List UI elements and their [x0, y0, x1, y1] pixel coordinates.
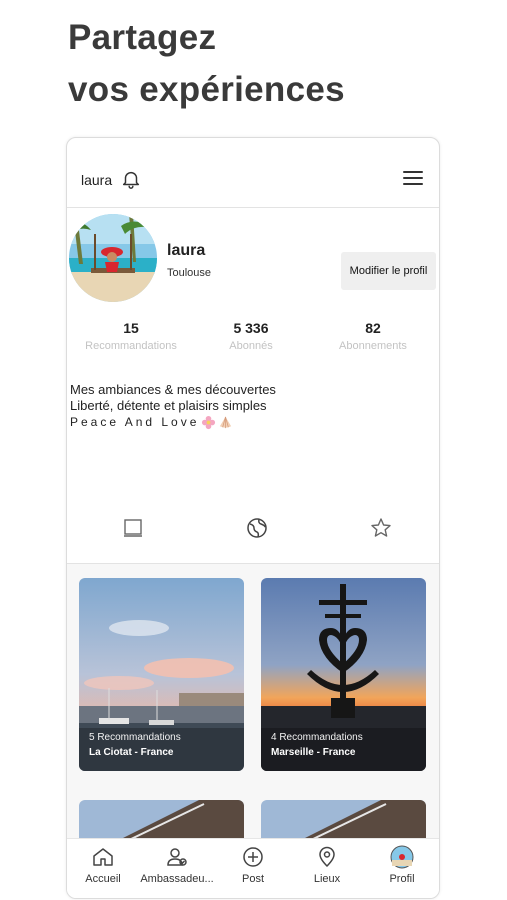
post-card[interactable]: 4 Recommandations Marseille - France	[261, 578, 426, 771]
ambassador-icon	[167, 848, 187, 866]
bio-line: Peace And Love	[70, 415, 200, 429]
profile-name: laura	[167, 242, 206, 259]
nav-item-post[interactable]: Post	[215, 845, 291, 885]
post-card[interactable]: 5 Recommandations La Ciotat - France	[79, 578, 244, 771]
avatar-icon	[390, 845, 414, 869]
headline-line1: Partagez	[68, 18, 217, 57]
nav-item-home[interactable]: Accueil	[67, 845, 141, 885]
post-location: La Ciotat - France	[89, 747, 174, 758]
post-photo-partial	[79, 800, 244, 840]
top-bar: laura	[67, 138, 439, 208]
stat-value: 82	[365, 320, 381, 336]
stat-label: Abonnements	[339, 340, 407, 352]
posts-grid: 5 Recommandations La Ciotat - France 4 R…	[67, 564, 439, 844]
post-card-partial[interactable]	[79, 800, 244, 840]
post-location: Marseille - France	[271, 747, 356, 758]
location-pin-icon	[319, 846, 335, 868]
stat-label: Abonnés	[229, 340, 273, 352]
post-card-partial[interactable]	[261, 800, 426, 840]
stat-recommendations[interactable]: 15 Recommandations	[71, 320, 191, 352]
nav-item-profile[interactable]: Profil	[364, 845, 439, 885]
stat-value: 5 336	[233, 320, 269, 336]
nav-label: Ambassadeu...	[140, 873, 214, 885]
headline-line2: vos expériences	[68, 70, 345, 109]
bell-icon[interactable]	[120, 168, 142, 190]
post-recommendations: 5 Recommandations	[89, 732, 181, 743]
home-icon	[93, 848, 113, 866]
bio-line: Liberté, détente et plaisirs simples	[70, 398, 267, 413]
profile-avatar	[69, 214, 157, 302]
nav-label: Accueil	[85, 873, 121, 885]
nav-item-places[interactable]: Lieux	[289, 845, 365, 885]
topbar-username: laura	[81, 172, 113, 188]
flower-emoji-icon	[202, 415, 216, 429]
phone-frame: laura laura Toulouse Modifier le profil …	[66, 137, 440, 899]
shell-emoji-icon	[220, 416, 232, 428]
list-view-tab-icon[interactable]	[121, 516, 145, 540]
nav-label: Profil	[389, 873, 415, 885]
profile-bio: Mes ambiances & mes découvertes Liberté,…	[70, 382, 276, 430]
bio-line: Mes ambiances & mes découvertes	[70, 382, 276, 397]
stat-label: Recommandations	[85, 340, 177, 352]
star-tab-icon[interactable]	[369, 516, 393, 540]
stat-value: 15	[123, 320, 139, 336]
globe-tab-icon[interactable]	[245, 516, 269, 540]
hamburger-menu-icon[interactable]	[402, 169, 424, 187]
post-photo-partial	[261, 800, 426, 840]
nav-label: Post	[241, 873, 264, 885]
profile-city: Toulouse	[167, 267, 212, 279]
bottom-navigation: Accueil Ambassadeu... Post Lieux Profil	[67, 838, 439, 898]
nav-item-ambassadors[interactable]: Ambassadeu...	[139, 845, 215, 885]
edit-profile-button[interactable]: Modifier le profil	[341, 252, 436, 290]
post-recommendations: 4 Recommandations	[271, 732, 363, 743]
stat-followers[interactable]: 5 336 Abonnés	[191, 320, 311, 352]
headline: Partagez vos expériences	[68, 12, 345, 116]
profile-tabs	[67, 504, 439, 564]
nav-label: Lieux	[313, 873, 341, 885]
plus-circle-icon	[243, 847, 263, 867]
stat-following[interactable]: 82 Abonnements	[313, 320, 433, 352]
